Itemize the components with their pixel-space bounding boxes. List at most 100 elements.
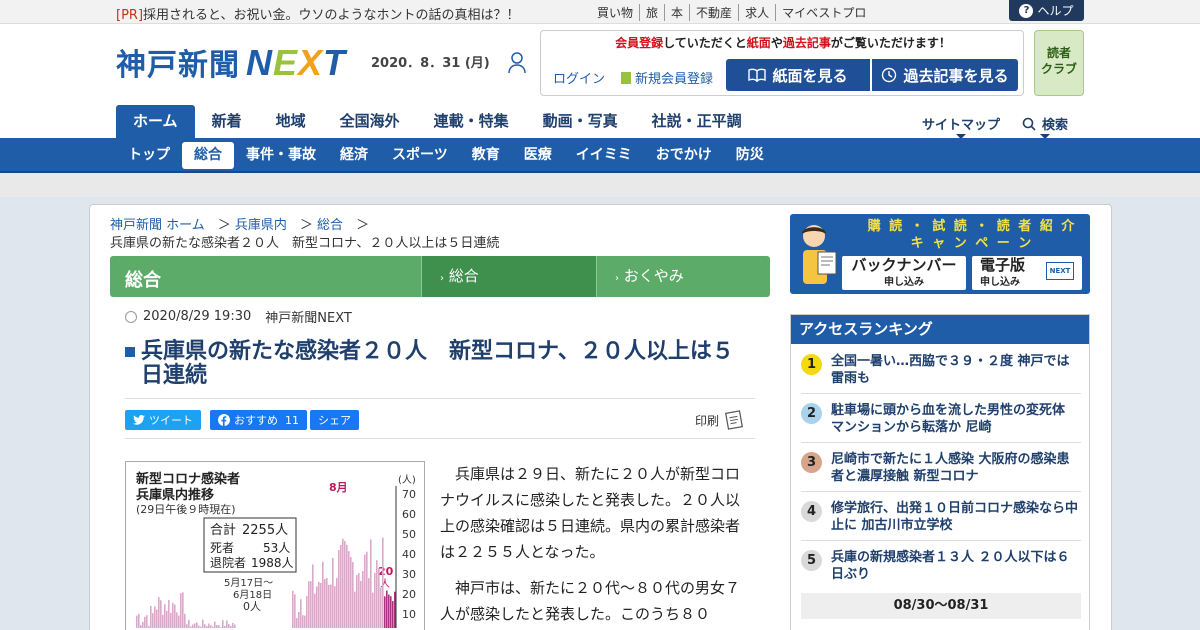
current-date: 2020．8．31 (月) <box>371 56 490 71</box>
pr-tag: [PR] <box>116 8 144 23</box>
user-icon[interactable] <box>507 52 527 74</box>
trend-bar <box>206 626 208 628</box>
subnav-sports[interactable]: スポーツ <box>380 142 460 169</box>
print-button[interactable]: 印刷 <box>695 410 745 430</box>
trend-bar <box>162 614 164 628</box>
y-tick-label: 50 <box>402 528 416 541</box>
trend-bar <box>186 624 188 628</box>
breadcrumb-home[interactable]: 神戸新聞 ホーム <box>110 218 205 233</box>
new-member-link[interactable]: 新規会員登録 <box>621 68 713 87</box>
breadcrumb-separator: ＞ <box>204 218 235 233</box>
facebook-recommend-button[interactable]: おすすめ 11 <box>210 410 307 430</box>
trend-bar <box>216 625 218 628</box>
ranking-item-3[interactable]: 3 尼崎市で新たに１人感染 大阪府の感染患者と濃厚接触 新型コロナ <box>801 446 1081 492</box>
figure-y-ticks: 706050403020100 <box>395 486 416 630</box>
access-ranking: アクセスランキング 1 全国一暑い…西脇で３９・２度 神戸では雷雨も 2 駐車場に頭… <box>790 314 1090 630</box>
figure-recovered-value: 1988人 <box>251 556 294 570</box>
breadcrumb-separator: ＞ <box>343 218 370 233</box>
trend-bar <box>176 612 178 628</box>
reader-club-button[interactable]: 読者 クラブ <box>1034 30 1084 96</box>
trend-bar <box>358 572 360 628</box>
next-badge-icon: NEXT <box>1046 262 1074 280</box>
trend-bar <box>336 577 338 628</box>
subnav-outing[interactable]: おでかけ <box>644 142 724 169</box>
share-button[interactable]: シェア <box>310 410 359 430</box>
top-link-shopping[interactable]: 買い物 <box>597 4 641 21</box>
trend-bar <box>338 550 340 628</box>
tweet-button[interactable]: ツイート <box>125 410 201 430</box>
section-tab-obituaries[interactable]: › おくやみ <box>596 256 770 297</box>
y-tick-label: 40 <box>402 548 416 561</box>
trend-bar <box>140 625 142 628</box>
pr-text: 採用されると、お祝い金。ウソのようなホントの話の真相は？！ <box>143 8 520 23</box>
view-paper-button[interactable]: 紙面を見る <box>726 59 870 91</box>
sitemap-link[interactable]: サイトマップ <box>922 114 1000 139</box>
site-logo[interactable]: 神戸新聞 NEXT <box>116 40 346 84</box>
top-link-travel[interactable]: 旅 <box>640 4 666 21</box>
figure-zero-period-1: 5月17日～ <box>224 577 273 589</box>
trend-bar <box>386 590 388 628</box>
login-link[interactable]: ログイン <box>553 68 605 87</box>
section-tab-general[interactable]: › 総合 <box>421 256 596 297</box>
breadcrumb: 神戸新聞 ホーム ＞ 兵庫県内 ＞ 総合 ＞ <box>110 214 369 233</box>
subnav-general[interactable]: 総合 <box>182 142 234 169</box>
article-datetime: 2020/8/29 19:30 <box>143 309 252 324</box>
trend-bar <box>214 621 216 628</box>
trend-bar <box>172 602 174 628</box>
top-link-realestate[interactable]: 不動産 <box>690 4 740 21</box>
article-meta: 2020/8/29 19:30 神戸新聞NEXT <box>125 307 352 326</box>
digital-edition-button[interactable]: 電子版 申し込み NEXT <box>972 256 1082 290</box>
trend-bar <box>210 625 212 628</box>
article-figure[interactable]: 新型コロナ感染者 兵庫県内推移 (29日午後９時現在) 合計 2255人 死者 … <box>125 461 425 630</box>
trend-bar <box>170 612 172 628</box>
book-icon <box>748 68 767 82</box>
share-bar: ツイート おすすめ 11 シェア 印刷 <box>125 398 755 439</box>
ranking-item-5[interactable]: 5 兵庫の新規感染者１３人 ２０人以下は６日ぶり <box>801 544 1081 589</box>
top-link-books[interactable]: 本 <box>665 4 691 21</box>
trend-bar <box>144 616 146 628</box>
nav-series[interactable]: 連載・特集 <box>417 105 526 138</box>
subnav-disaster[interactable]: 防災 <box>724 142 776 169</box>
y-tick-label: 60 <box>402 508 416 521</box>
subnav-top[interactable]: トップ <box>116 142 182 169</box>
top-link-jobs[interactable]: 求人 <box>739 4 777 21</box>
trend-bar <box>356 574 358 628</box>
nav-new[interactable]: 新着 <box>195 105 259 138</box>
breadcrumb-current: 兵庫県の新たな感染者２０人 新型コロナ、２０人以上は５日連続 <box>110 236 500 251</box>
pr-ad-link[interactable]: [PR]採用されると、お祝い金。ウソのようなホントの話の真相は？！ <box>116 4 520 23</box>
subnav-medical[interactable]: 医療 <box>512 142 564 169</box>
trend-bar <box>200 626 202 628</box>
subnav-incidents[interactable]: 事件・事故 <box>234 142 328 169</box>
chevron-right-icon: › <box>615 273 619 284</box>
subnav-education[interactable]: 教育 <box>460 142 512 169</box>
subnav-iimimi[interactable]: イイミミ <box>564 142 644 169</box>
search-link[interactable]: 検索 <box>1022 114 1068 139</box>
ranking-item-1[interactable]: 1 全国一暑い…西脇で３９・２度 神戸では雷雨も <box>801 348 1081 394</box>
nav-national[interactable]: 全国海外 <box>323 105 417 138</box>
subnav-economy[interactable]: 経済 <box>328 142 380 169</box>
help-button[interactable]: ? ヘルプ <box>1009 0 1084 21</box>
figure-note: (29日午後９時現在) <box>136 502 236 516</box>
right-nav: サイトマップ 検索 <box>922 114 1068 139</box>
trend-bar <box>226 620 228 628</box>
top-link-mybestpro[interactable]: マイベストプロ <box>776 4 872 21</box>
breadcrumb-pref[interactable]: 兵庫県内 <box>235 218 287 233</box>
subscription-campaign-banner[interactable]: 購 読 ・ 試 読 ・ 読 者 紹 介キ ャ ン ペ ー ン バックナンバー 申し… <box>790 214 1090 294</box>
breadcrumb-cat[interactable]: 総合 <box>317 218 343 233</box>
nav-video[interactable]: 動画・写真 <box>526 105 635 138</box>
trend-bar <box>318 581 320 628</box>
nav-editorial[interactable]: 社説・正平調 <box>635 105 759 138</box>
ranking-item-2[interactable]: 2 駐車場に頭から血を流した男性の変死体 マンションから転落か 尼崎 <box>801 397 1081 443</box>
past-articles-button[interactable]: 過去記事を見る <box>872 59 1018 91</box>
ranking-item-4[interactable]: 4 修学旅行、出発１０日前コロナ感染なら中止に 加古川市立学校 <box>801 495 1081 541</box>
beginner-mark-icon <box>621 71 631 84</box>
trend-bar <box>202 619 204 628</box>
nav-home[interactable]: ホーム <box>116 105 195 138</box>
nav-region[interactable]: 地域 <box>259 105 323 138</box>
figure-recovered-label: 退院者 <box>210 556 246 570</box>
logo-text: 神戸新聞 <box>116 48 240 83</box>
figure-total-label: 合計 <box>210 522 236 538</box>
back-number-button[interactable]: バックナンバー 申し込み <box>842 256 966 290</box>
trend-bar <box>346 544 348 628</box>
trend-bar <box>348 551 350 628</box>
